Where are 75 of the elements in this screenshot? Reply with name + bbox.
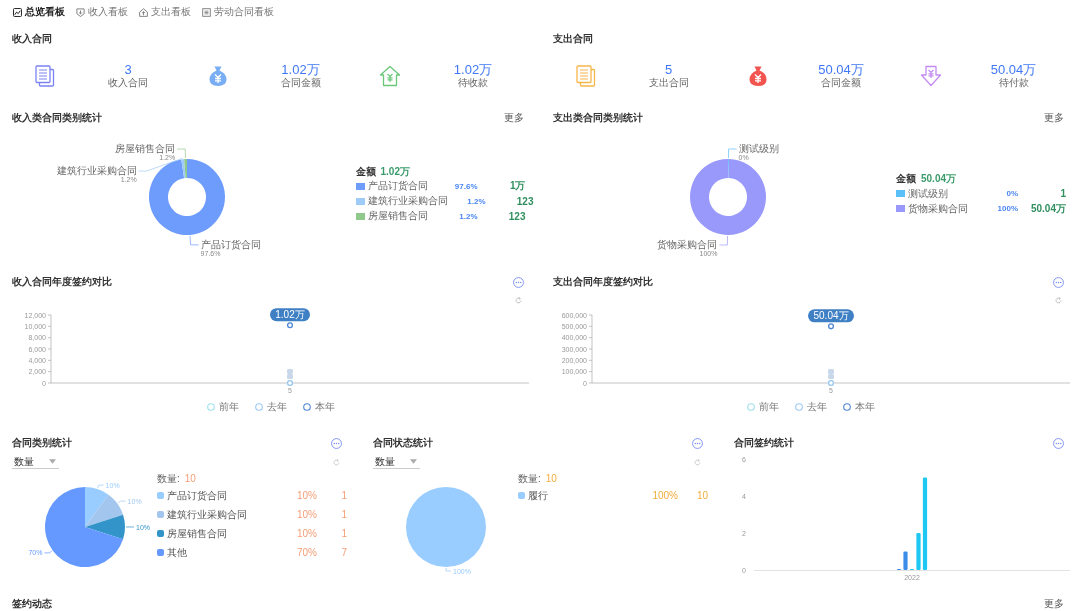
legend-value: 1万 — [509, 179, 526, 193]
slice-label: 货物采购合同 — [656, 239, 717, 250]
legend-percent: 10% — [297, 528, 317, 539]
legend-value: 1 — [341, 528, 347, 539]
legend-percent: 1.2% — [467, 196, 486, 206]
legend-label: 去年 — [807, 401, 828, 413]
stat-value: 1.02万 — [453, 62, 493, 77]
panel-title: 支出类合同类别统计 — [552, 112, 643, 124]
data-label: 50.04万 — [807, 309, 854, 323]
section-title: 签约动态 — [12, 598, 52, 610]
stat-label: 待收款 — [458, 77, 488, 89]
legend-value: 1 — [341, 509, 347, 520]
legend-label: 其他 — [167, 545, 188, 560]
stat-value: 50.04万 — [818, 62, 864, 77]
legend-label: 产品订货合同 — [367, 179, 429, 193]
total-label: 数量: — [518, 472, 541, 486]
slice-label: 建筑行业采购合同 — [56, 165, 137, 177]
legend-value: 123 — [516, 195, 534, 207]
data-label: 1.02万 — [270, 308, 310, 322]
stat-label: 合同金额 — [280, 77, 321, 89]
legend-percent: 10% — [297, 490, 317, 501]
legend-label: 前年 — [218, 401, 239, 413]
stat-label: 待付款 — [998, 77, 1029, 89]
legend-percent: 97.6% — [454, 181, 478, 191]
legend-percent: 10% — [297, 509, 317, 520]
total-value: 10 — [545, 473, 557, 484]
annotation: 1.02万 — [275, 309, 305, 321]
legend-label: 测试级别 — [908, 186, 949, 201]
total-value: 1.02万 — [380, 164, 410, 179]
slice-label: 产品订货合同 — [200, 238, 261, 250]
legend-label: 本年 — [855, 401, 876, 413]
panel-title: 收入合同年度签约对比 — [12, 276, 112, 288]
annotation: 50.04万 — [812, 310, 849, 322]
total-value: 10 — [184, 473, 196, 484]
legend-value: 7 — [341, 547, 347, 558]
total-label: 数量: — [157, 472, 180, 486]
stat-value: 1.02万 — [281, 62, 320, 77]
stat-label: 收入合同 — [108, 77, 148, 89]
panel-title: 收入类合同类别统计 — [12, 112, 102, 124]
slice-label: 房屋销售合同 — [115, 143, 176, 155]
legend-label: 去年 — [266, 401, 287, 413]
legend-value: 123 — [508, 210, 526, 222]
legend-label: 房屋销售合同 — [367, 209, 429, 223]
stat-label: 支出合同 — [648, 77, 689, 89]
legend-label: 履行 — [528, 488, 549, 503]
stat-value: 3 — [124, 62, 132, 77]
legend-percent: 1.2% — [459, 211, 478, 221]
total-label: 金额 — [355, 164, 376, 179]
legend-label: 前年 — [759, 401, 780, 413]
panel-title: 合同状态统计 — [373, 437, 433, 449]
total-label: 金额 — [896, 172, 916, 186]
section-title: 支出合同 — [552, 33, 593, 45]
legend-value: 1 — [1060, 188, 1066, 199]
legend-percent: 70% — [297, 547, 317, 558]
section-title: 收入合同 — [12, 33, 52, 45]
stat-value: 5 — [664, 62, 673, 77]
legend-label: 建筑行业采购合同 — [367, 194, 448, 208]
slice-label: 测试级别 — [738, 143, 779, 154]
legend-label: 建筑行业采购合同 — [167, 507, 248, 522]
legend-label: 货物采购合同 — [908, 201, 969, 216]
legend-value: 10 — [696, 490, 708, 501]
panel-title: 合同签约统计 — [734, 437, 794, 449]
legend-value: 50.04万 — [1030, 201, 1066, 216]
legend-value: 1 — [341, 490, 347, 501]
total-value: 50.04万 — [921, 172, 957, 186]
legend-percent: 100% — [652, 490, 678, 501]
legend-label: 本年 — [314, 401, 335, 413]
panel-title: 合同类别统计 — [12, 437, 72, 449]
legend-percent: 100% — [997, 204, 1018, 213]
legend-percent: 0% — [1006, 189, 1018, 198]
legend-label: 产品订货合同 — [167, 488, 228, 503]
legend-label: 房屋销售合同 — [167, 526, 228, 541]
panel-title: 支出合同年度签约对比 — [552, 276, 653, 288]
stat-value: 50.04万 — [990, 62, 1037, 77]
stat-label: 合同金额 — [821, 77, 861, 89]
